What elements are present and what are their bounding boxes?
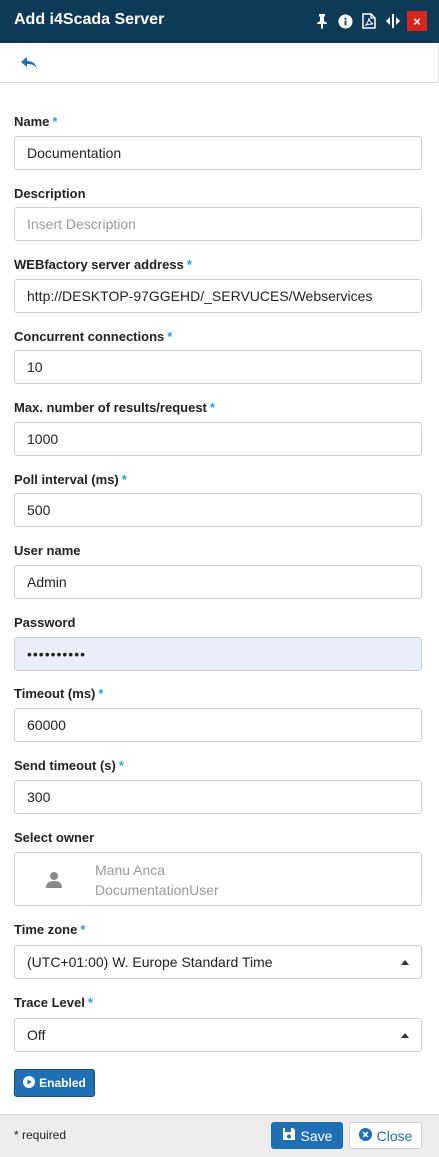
send-timeout-label: Send timeout (s) *: [14, 758, 124, 773]
pin-icon[interactable]: [313, 12, 331, 30]
pdf-icon[interactable]: [360, 12, 378, 30]
save-icon: [282, 1127, 296, 1144]
window-title: Add i4Scada Server: [14, 11, 165, 28]
user-icon: [45, 871, 63, 889]
back-icon[interactable]: [20, 55, 38, 71]
name-input[interactable]: Documentation: [14, 136, 422, 170]
user-name-input[interactable]: Admin: [14, 565, 422, 599]
owner-selector[interactable]: Manu Anca DocumentationUser: [14, 852, 422, 906]
resize-icon[interactable]: [384, 12, 402, 30]
timeout-input[interactable]: 60000: [14, 708, 422, 742]
max-results-label: Max. number of results/request *: [14, 400, 215, 415]
description-input[interactable]: Insert Description: [14, 207, 422, 241]
save-button[interactable]: Save: [271, 1122, 343, 1149]
time-zone-value: (UTC+01:00) W. Europe Standard Time: [27, 954, 273, 970]
trace-level-label: Trace Level *: [14, 995, 93, 1010]
dialog-footer: * required Save Close: [0, 1114, 439, 1157]
time-zone-label: Time zone *: [14, 922, 86, 937]
poll-interval-label: Poll interval (ms) *: [14, 472, 127, 487]
enabled-toggle-button[interactable]: Enabled: [14, 1069, 95, 1097]
concurrent-connections-label: Concurrent connections *: [14, 329, 173, 344]
max-results-input[interactable]: 1000: [14, 422, 422, 456]
required-note: * required: [14, 1128, 67, 1142]
toolbar: [0, 43, 439, 83]
info-icon[interactable]: [336, 12, 354, 30]
close-label: Close: [376, 1127, 413, 1144]
select-owner-label: Select owner: [14, 830, 95, 845]
concurrent-connections-input[interactable]: 10: [14, 350, 422, 384]
poll-interval-input[interactable]: 500: [14, 493, 422, 527]
user-name-label: User name: [14, 543, 81, 558]
time-zone-select[interactable]: (UTC+01:00) W. Europe Standard Time: [14, 945, 422, 979]
enabled-label: Enabled: [39, 1076, 86, 1090]
save-label: Save: [300, 1127, 333, 1144]
trace-level-select[interactable]: Off: [14, 1018, 422, 1052]
owner-username: DocumentationUser: [95, 882, 219, 898]
caret-up-icon: [401, 1033, 409, 1038]
description-label: Description: [14, 186, 86, 201]
close-button[interactable]: Close: [349, 1122, 422, 1149]
caret-up-icon: [401, 960, 409, 965]
password-input[interactable]: ••••••••••: [14, 637, 422, 671]
close-icon[interactable]: ×: [407, 11, 427, 31]
play-circle-icon: [23, 1075, 36, 1091]
password-label: Password: [14, 615, 76, 630]
trace-level-value: Off: [27, 1027, 46, 1043]
window-header: Add i4Scada Server ×: [0, 0, 439, 43]
owner-name: Manu Anca: [95, 862, 166, 878]
name-label: Name *: [14, 114, 58, 129]
send-timeout-input[interactable]: 300: [14, 780, 422, 814]
timeout-label: Timeout (ms) *: [14, 686, 104, 701]
server-address-label: WEBfactory server address *: [14, 257, 192, 272]
server-address-input[interactable]: http://DESKTOP-97GGEHD/_SERVUCES/Webserv…: [14, 279, 422, 313]
close-circle-icon: [358, 1127, 372, 1144]
